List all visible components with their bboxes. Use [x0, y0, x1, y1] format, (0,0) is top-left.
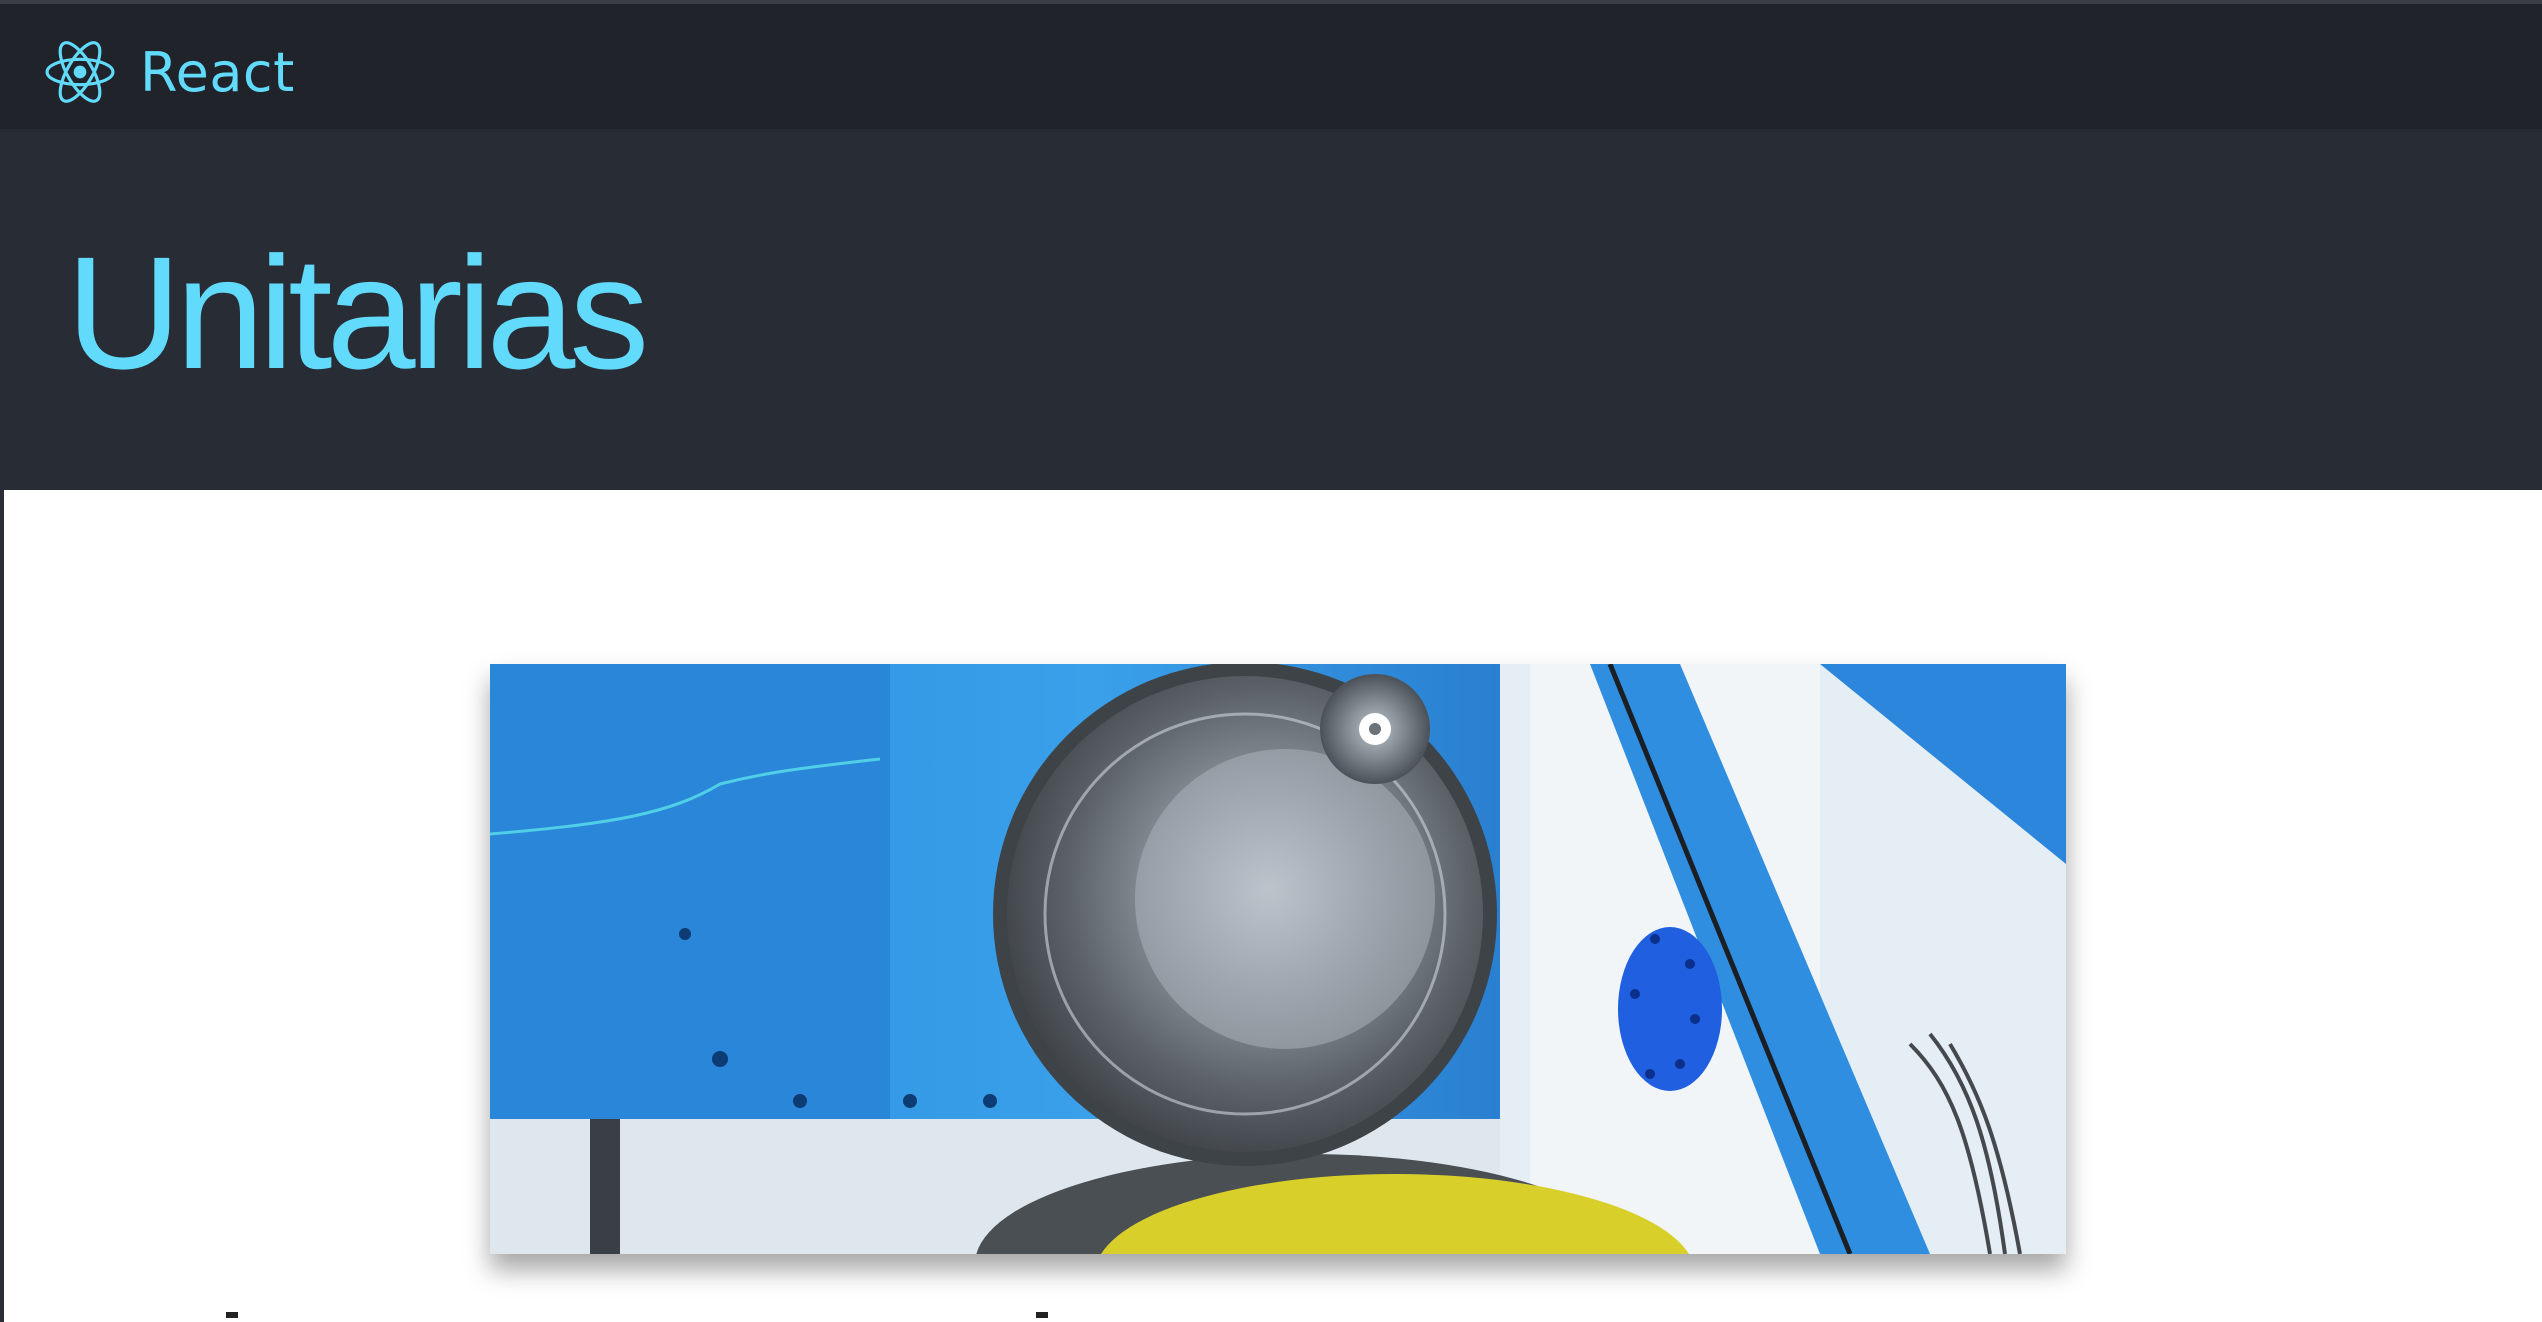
top-navbar: React: [0, 0, 2542, 129]
react-atom-icon: [45, 41, 115, 103]
brand-label: React: [140, 40, 295, 104]
partial-text-mark: [1036, 1312, 1048, 1318]
page-title: Unitarias: [66, 223, 649, 402]
main-content: [0, 490, 2542, 1322]
tire-testing-machine-image: [490, 664, 2066, 1254]
page-header-banner: Unitarias: [0, 129, 2542, 490]
partial-text-mark: [226, 1312, 238, 1318]
brand-home-link[interactable]: React: [42, 32, 295, 112]
